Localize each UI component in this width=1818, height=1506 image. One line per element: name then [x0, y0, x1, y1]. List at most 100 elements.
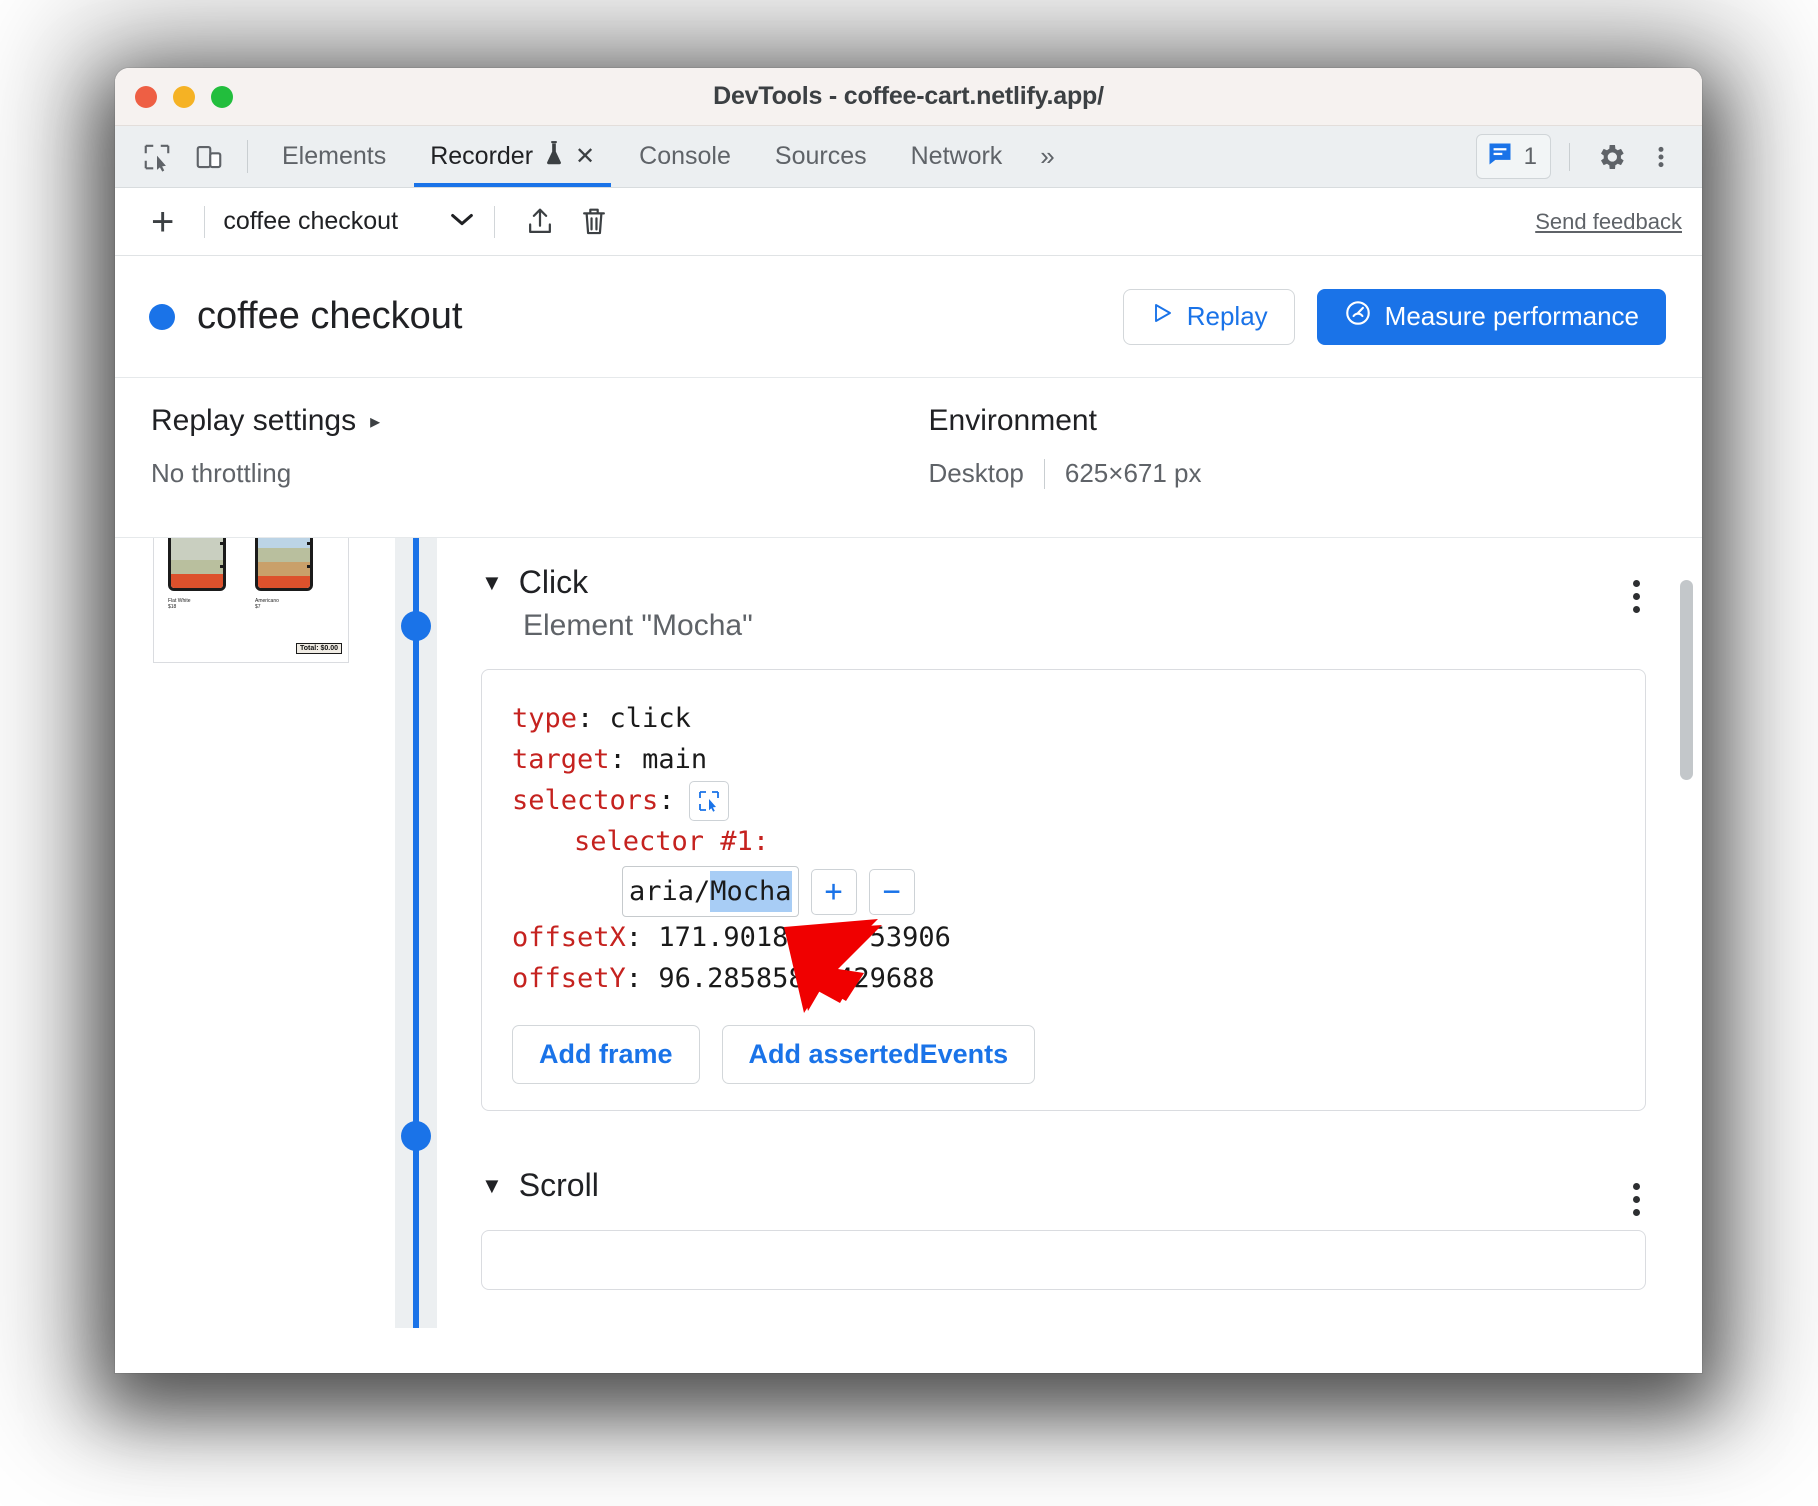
- code-value-offsetx: 171.90187072753906: [658, 922, 951, 954]
- add-asserted-events-button[interactable]: Add assertedEvents: [721, 1025, 1036, 1085]
- flask-icon: [543, 140, 565, 173]
- replay-settings-toggle[interactable]: Replay settings ▸: [151, 404, 889, 438]
- gauge-icon: [1344, 299, 1372, 334]
- step-click-menu-icon[interactable]: [1627, 574, 1646, 619]
- add-frame-button[interactable]: Add frame: [512, 1025, 700, 1085]
- close-icon[interactable]: ✕: [575, 144, 595, 169]
- screenshot-column: Cappuccino$19 Mocha$8: [115, 538, 395, 1328]
- send-feedback-link[interactable]: Send feedback: [1535, 209, 1682, 235]
- selector-label: selector #1: [574, 826, 753, 858]
- toolbar-divider-1: [204, 205, 206, 238]
- code-value-target: main: [642, 744, 708, 776]
- recording-header: coffee checkout Replay Measure performan…: [115, 256, 1702, 378]
- tab-elements[interactable]: Elements: [260, 126, 408, 187]
- tab-network[interactable]: Network: [889, 126, 1025, 187]
- recording-name: coffee checkout: [223, 207, 399, 235]
- export-icon[interactable]: [513, 206, 567, 238]
- code-line-offsetx: offsetX: 171.90187072753906: [512, 922, 951, 954]
- replay-button-label: Replay: [1186, 301, 1268, 331]
- code-line-target: target: main: [512, 744, 708, 776]
- throttling-value: No throttling: [151, 458, 292, 488]
- tab-recorder[interactable]: Recorder ✕: [408, 126, 617, 187]
- window-titlebar: DevTools - coffee-cart.netlify.app/: [115, 68, 1702, 126]
- timeline-node-scroll[interactable]: [401, 1121, 431, 1151]
- tabbar-right-divider: [1569, 142, 1570, 171]
- code-key-selectors: selectors: [512, 785, 659, 817]
- measure-performance-label: Measure performance: [1384, 301, 1639, 331]
- device-toolbar-icon[interactable]: [183, 126, 235, 187]
- step-click-header[interactable]: ▼ Click: [481, 564, 1702, 601]
- screenshot-stage: DevTools - coffee-cart.netlify.app/ Elem…: [0, 0, 1818, 1506]
- code-key-target: target: [512, 744, 610, 776]
- steps-list: ▼ Click Element "Mocha" type: click targ…: [437, 538, 1702, 1328]
- messages-button[interactable]: 1: [1475, 134, 1551, 179]
- tab-elements-label: Elements: [282, 142, 387, 170]
- thumb-cup-handle: [220, 542, 223, 568]
- recorder-toolbar: + coffee checkout Send feedback: [115, 188, 1702, 256]
- measure-performance-button[interactable]: Measure performance: [1316, 288, 1666, 345]
- timeline-node-click[interactable]: [401, 611, 431, 641]
- page-title: coffee checkout: [197, 295, 463, 337]
- environment-values: Desktop 625×671 px: [929, 458, 1667, 489]
- create-recording-button[interactable]: +: [139, 202, 186, 242]
- scrollbar-thumb[interactable]: [1680, 580, 1693, 780]
- environment-divider: [1043, 458, 1045, 489]
- gear-icon[interactable]: [1588, 134, 1634, 180]
- code-line-type: type: click: [512, 703, 691, 734]
- expand-triangle-icon[interactable]: ▼: [481, 1173, 503, 1199]
- status-dot: [149, 303, 175, 330]
- environment-heading: Environment: [929, 404, 1667, 438]
- code-key-offsetx: offsetX: [512, 922, 626, 954]
- code-line-selectors: selectors:: [512, 780, 1615, 821]
- devtools-window: DevTools - coffee-cart.netlify.app/ Elem…: [115, 68, 1702, 1373]
- thumb-label-flat-white: Flat White $18: [168, 598, 191, 611]
- inspect-element-icon[interactable]: [131, 126, 183, 187]
- step-click-code: type: click target: main selectors: sele…: [512, 698, 1615, 999]
- selector-value-input[interactable]: aria/Mocha: [622, 866, 799, 918]
- trash-icon[interactable]: [567, 206, 621, 238]
- tab-console-label: Console: [639, 142, 731, 170]
- steps-timeline: [395, 538, 437, 1328]
- replay-settings-col: Replay settings ▸ No throttling: [151, 404, 889, 537]
- environment-viewport: 625×671 px: [1064, 458, 1202, 488]
- step-scroll-header[interactable]: ▼ Scroll: [481, 1167, 1702, 1204]
- more-vertical-icon[interactable]: [1638, 134, 1684, 180]
- expand-triangle-icon[interactable]: ▼: [481, 570, 503, 596]
- step-click-title: Click: [518, 564, 589, 600]
- code-value-type: click: [609, 703, 691, 734]
- environment-col: Environment Desktop 625×671 px: [889, 404, 1667, 537]
- step-click-subtitle: Element "Mocha": [523, 609, 753, 642]
- toolbar-divider-2: [494, 205, 496, 238]
- code-value-offsety: 96.28585815429688: [658, 963, 935, 995]
- header-actions: Replay Measure performance: [1122, 288, 1666, 345]
- panel-tabs: Elements Recorder ✕ Console Sources Netw…: [260, 126, 1071, 187]
- remove-selector-button[interactable]: −: [868, 868, 915, 915]
- environment-device: Desktop: [928, 458, 1024, 488]
- thumb-cup-cappuccino: [168, 538, 226, 591]
- steps-scrollbar[interactable]: [1678, 558, 1694, 1318]
- play-icon: [1150, 301, 1174, 332]
- tab-console[interactable]: Console: [617, 126, 753, 187]
- add-selector-button[interactable]: +: [810, 868, 857, 915]
- chevron-down-icon: [448, 209, 476, 234]
- tab-sources-label: Sources: [774, 142, 867, 170]
- throttling-value-row: No throttling: [151, 458, 889, 489]
- replay-button[interactable]: Replay: [1122, 288, 1295, 345]
- recording-selector[interactable]: coffee checkout: [223, 207, 476, 236]
- recording-title-group: coffee checkout: [149, 295, 462, 338]
- select-element-picker-icon[interactable]: [688, 780, 729, 821]
- tabbar-divider: [247, 140, 248, 173]
- window-title: DevTools - coffee-cart.netlify.app/: [713, 82, 1104, 110]
- steps-area: Cappuccino$19 Mocha$8: [115, 538, 1702, 1328]
- more-tabs-icon[interactable]: »: [1024, 126, 1070, 187]
- tabbar-right-actions: 1: [1475, 126, 1702, 187]
- selector-value-selected: Mocha: [710, 871, 792, 913]
- step-scroll: ▼ Scroll: [481, 1167, 1702, 1291]
- thumb-label-americano: Americano $7: [255, 598, 279, 611]
- devtools-tabbar: Elements Recorder ✕ Console Sources Netw…: [115, 126, 1702, 188]
- thumbnail-content: Cappuccino$19 Mocha$8: [154, 538, 348, 662]
- step-scroll-menu-icon[interactable]: [1627, 1177, 1646, 1222]
- code-key-offsety: offsetY: [512, 963, 626, 995]
- selector-edit-row: aria/Mocha + −: [512, 866, 1615, 918]
- tab-sources[interactable]: Sources: [753, 126, 889, 187]
